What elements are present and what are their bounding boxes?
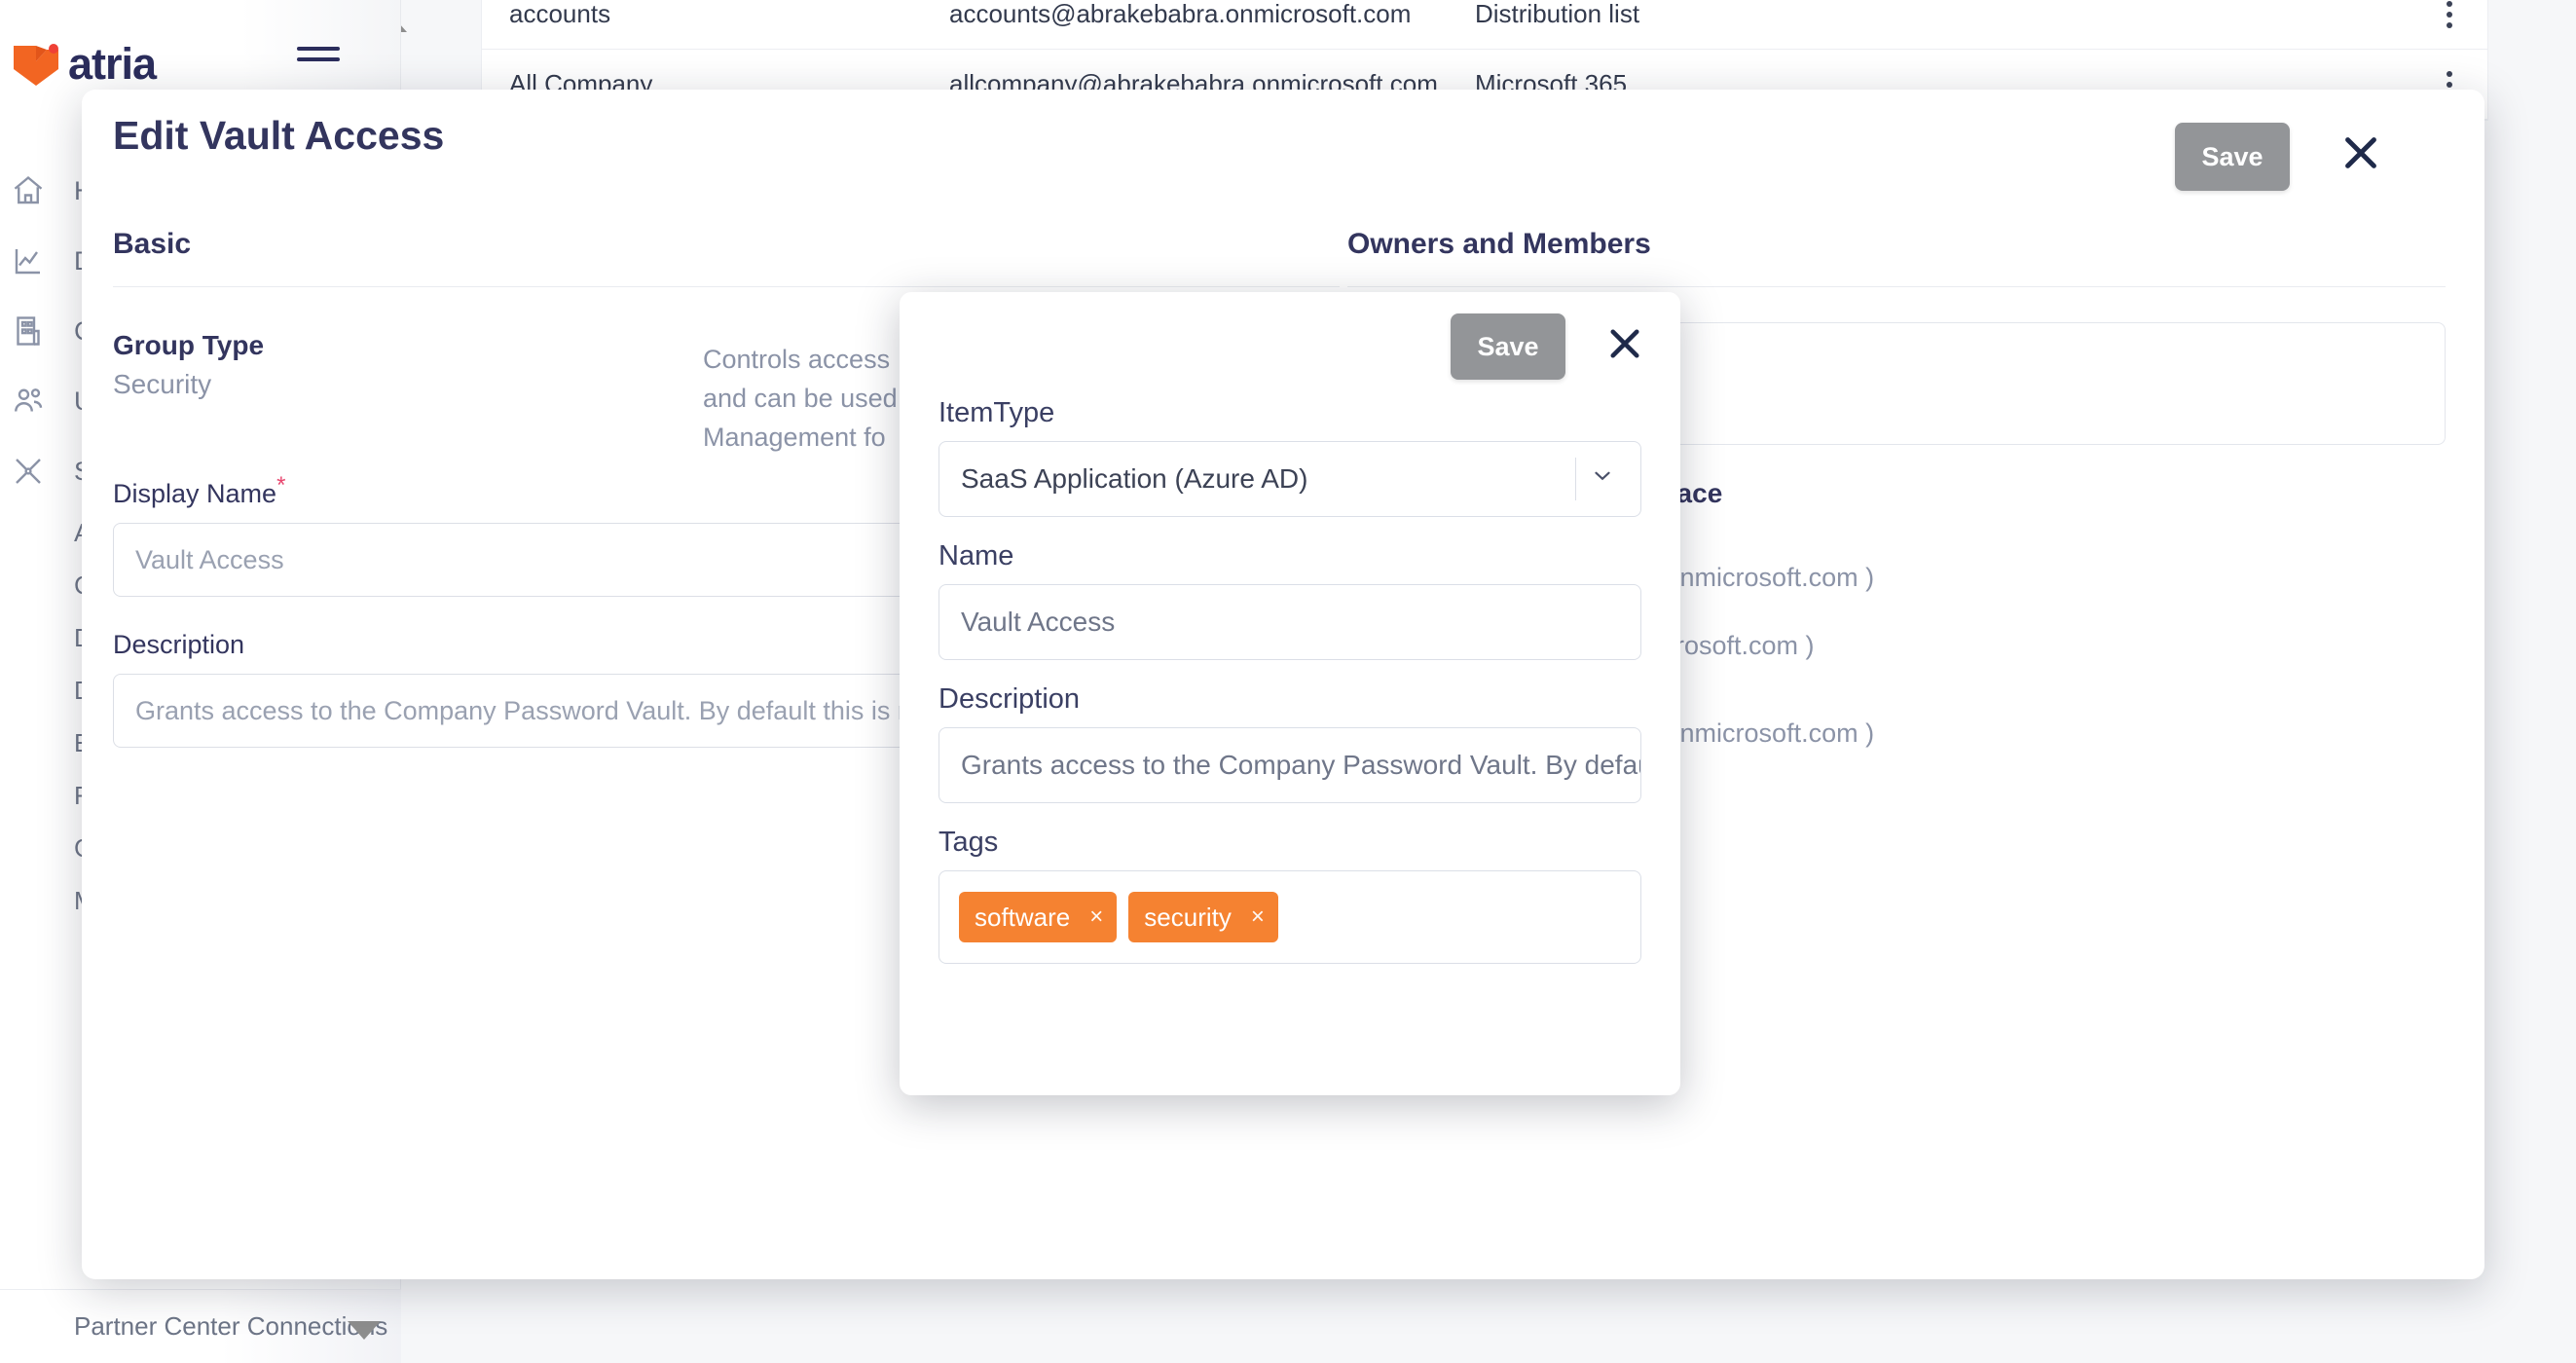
brand-name: atria <box>68 39 157 89</box>
table-cell-type: Distribution list <box>1475 0 1640 28</box>
tags-input[interactable]: software × security × <box>938 870 1641 964</box>
row-menu-icon[interactable] <box>2447 0 2452 28</box>
select-divider <box>1575 458 1576 500</box>
item-type-value: SaaS Application (Azure AD) <box>961 463 1308 494</box>
home-icon <box>8 170 49 211</box>
item-name-value: Vault Access <box>961 607 1116 637</box>
item-name-label: Name <box>938 540 1014 571</box>
tag-label: security <box>1144 902 1232 932</box>
tag-label: software <box>975 902 1071 932</box>
item-description-field: Description Grants access to the Company… <box>938 683 1641 803</box>
dialog-header: Edit Vault Access Save <box>82 90 2484 214</box>
item-close-icon[interactable] <box>1604 323 1645 364</box>
hamburger-icon[interactable] <box>297 47 342 80</box>
item-type-field: ItemType SaaS Application (Azure AD) <box>938 397 1641 517</box>
dashboard-chart-icon <box>8 240 49 281</box>
required-marker: * <box>276 472 286 498</box>
tag-remove-icon[interactable]: × <box>1089 905 1103 929</box>
item-editor-dialog: Save ItemType SaaS Application (Azure AD… <box>900 292 1680 1095</box>
users-icon <box>8 381 49 422</box>
item-tags-label: Tags <box>938 827 999 858</box>
divider <box>1347 286 2446 287</box>
description-value: Grants access to the Company Password Va… <box>135 695 1008 725</box>
section-title-basic: Basic <box>113 228 192 260</box>
save-button[interactable]: Save <box>2175 123 2290 191</box>
tag-remove-icon[interactable]: × <box>1251 905 1265 929</box>
display-name-label-text: Display Name <box>113 479 277 508</box>
section-title-owners-members: Owners and Members <box>1347 228 1651 260</box>
display-name-value: Vault Access <box>135 544 284 574</box>
item-name-input[interactable]: Vault Access <box>938 584 1641 660</box>
sidebar-footer-label: Partner Center Connections <box>74 1311 388 1341</box>
table-cell-name: accounts <box>509 0 611 28</box>
tools-icon <box>8 451 49 492</box>
close-icon[interactable] <box>2338 130 2383 175</box>
item-description-value: Grants access to the Company Password Va… <box>961 750 1640 780</box>
brand-logo[interactable]: atria <box>10 39 157 90</box>
item-dialog-body: ItemType SaaS Application (Azure AD) Nam… <box>938 397 1641 987</box>
item-type-select[interactable]: SaaS Application (Azure AD) <box>938 441 1641 517</box>
item-description-input[interactable]: Grants access to the Company Password Va… <box>938 727 1641 803</box>
item-type-label: ItemType <box>938 397 1055 428</box>
tag-chip: software × <box>959 892 1118 942</box>
table-cell-email: accounts@abrakebabra.onmicrosoft.com <box>949 0 1412 28</box>
table-row[interactable]: accounts accounts@abrakebabra.onmicrosof… <box>482 0 2487 50</box>
atria-logo-icon <box>10 40 62 89</box>
chevron-down-icon[interactable] <box>1590 463 1615 496</box>
sidebar-item-partner-center-connections[interactable]: Partner Center Connections <box>0 1289 401 1363</box>
item-save-button[interactable]: Save <box>1451 313 1565 380</box>
page-title: Edit Vault Access <box>113 113 445 158</box>
scroll-down-arrow-icon[interactable] <box>348 1321 381 1340</box>
item-dialog-header: Save <box>900 292 1680 397</box>
building-icon <box>8 311 49 351</box>
item-name-field: Name Vault Access <box>938 540 1641 660</box>
tag-chip: security × <box>1128 892 1278 942</box>
item-description-label: Description <box>938 683 1081 715</box>
item-tags-field: Tags software × security × <box>938 827 1641 964</box>
divider <box>113 286 1340 287</box>
